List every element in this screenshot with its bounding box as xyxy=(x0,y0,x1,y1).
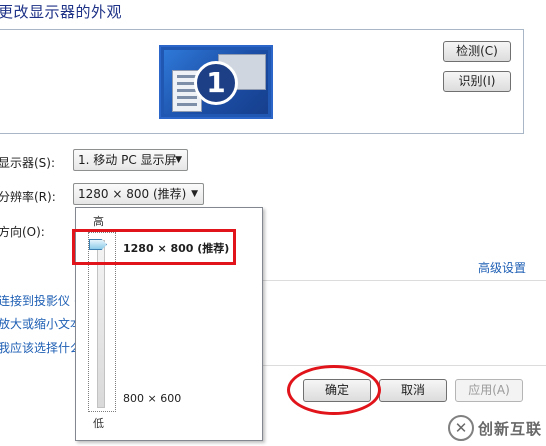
identify-button[interactable]: 识别(I) xyxy=(443,71,511,92)
divider xyxy=(263,365,546,366)
watermark: ✕ 创新互联 xyxy=(448,413,546,443)
monitor-screen: 1 xyxy=(164,50,268,114)
connect-projector-link[interactable]: 连接到投影仪 ( xyxy=(0,292,79,309)
display-select-value: 1. 移动 PC 显示屏 xyxy=(78,153,177,167)
slider-high-label: 高 xyxy=(93,215,104,228)
watermark-text: 创新互联 xyxy=(478,420,543,438)
divider xyxy=(263,280,546,281)
resolution-slider-groove[interactable] xyxy=(97,240,105,408)
help-choose-link[interactable]: 我应该选择什么 xyxy=(0,339,82,356)
resolution-label: 分辨率(R): xyxy=(0,190,56,204)
monitor-icon[interactable]: 1 xyxy=(159,45,273,119)
page-title: 更改显示器的外观 xyxy=(0,3,123,21)
highlight-rectangle xyxy=(72,229,236,265)
slider-low-label: 低 xyxy=(93,417,104,430)
chevron-down-icon: ▼ xyxy=(191,189,198,199)
resolution-option-bottom[interactable]: 800 × 600 xyxy=(123,392,181,405)
text-size-link[interactable]: 放大或缩小文本 xyxy=(0,315,82,332)
resolution-select-value: 1280 × 800 (推荐) xyxy=(78,187,187,201)
cancel-button[interactable]: 取消 xyxy=(379,379,447,402)
display-label: 显示器(S): xyxy=(0,156,56,170)
display-select[interactable]: 1. 移动 PC 显示屏 ▼ xyxy=(73,149,188,171)
apply-button[interactable]: 应用(A) xyxy=(455,379,523,402)
advanced-settings-link[interactable]: 高级设置 xyxy=(478,259,526,276)
detect-button[interactable]: 检测(C) xyxy=(443,41,511,62)
chevron-down-icon: ▼ xyxy=(175,155,182,165)
monitor-number-badge: 1 xyxy=(194,61,238,105)
watermark-logo-icon: ✕ xyxy=(448,415,474,441)
orientation-label: 方向(O): xyxy=(0,225,45,239)
highlight-ellipse xyxy=(287,365,381,415)
resolution-select[interactable]: 1280 × 800 (推荐) ▼ xyxy=(73,183,204,205)
